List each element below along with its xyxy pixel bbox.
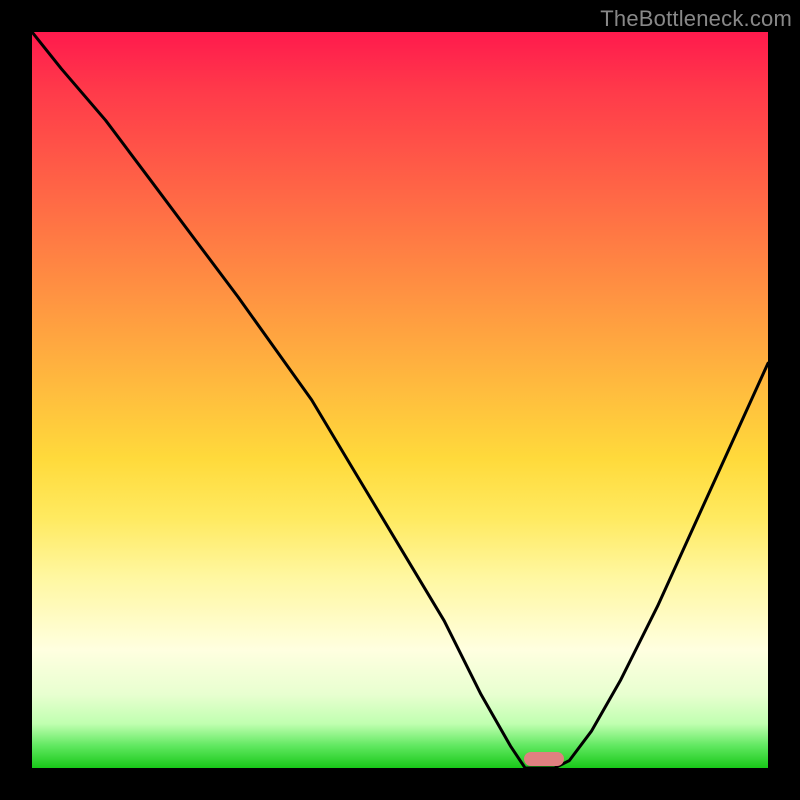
optimum-marker (524, 752, 564, 766)
bottleneck-curve (32, 32, 768, 768)
chart-stage: TheBottleneck.com (0, 0, 800, 800)
watermark-text: TheBottleneck.com (600, 6, 792, 32)
plot-area (32, 32, 768, 768)
